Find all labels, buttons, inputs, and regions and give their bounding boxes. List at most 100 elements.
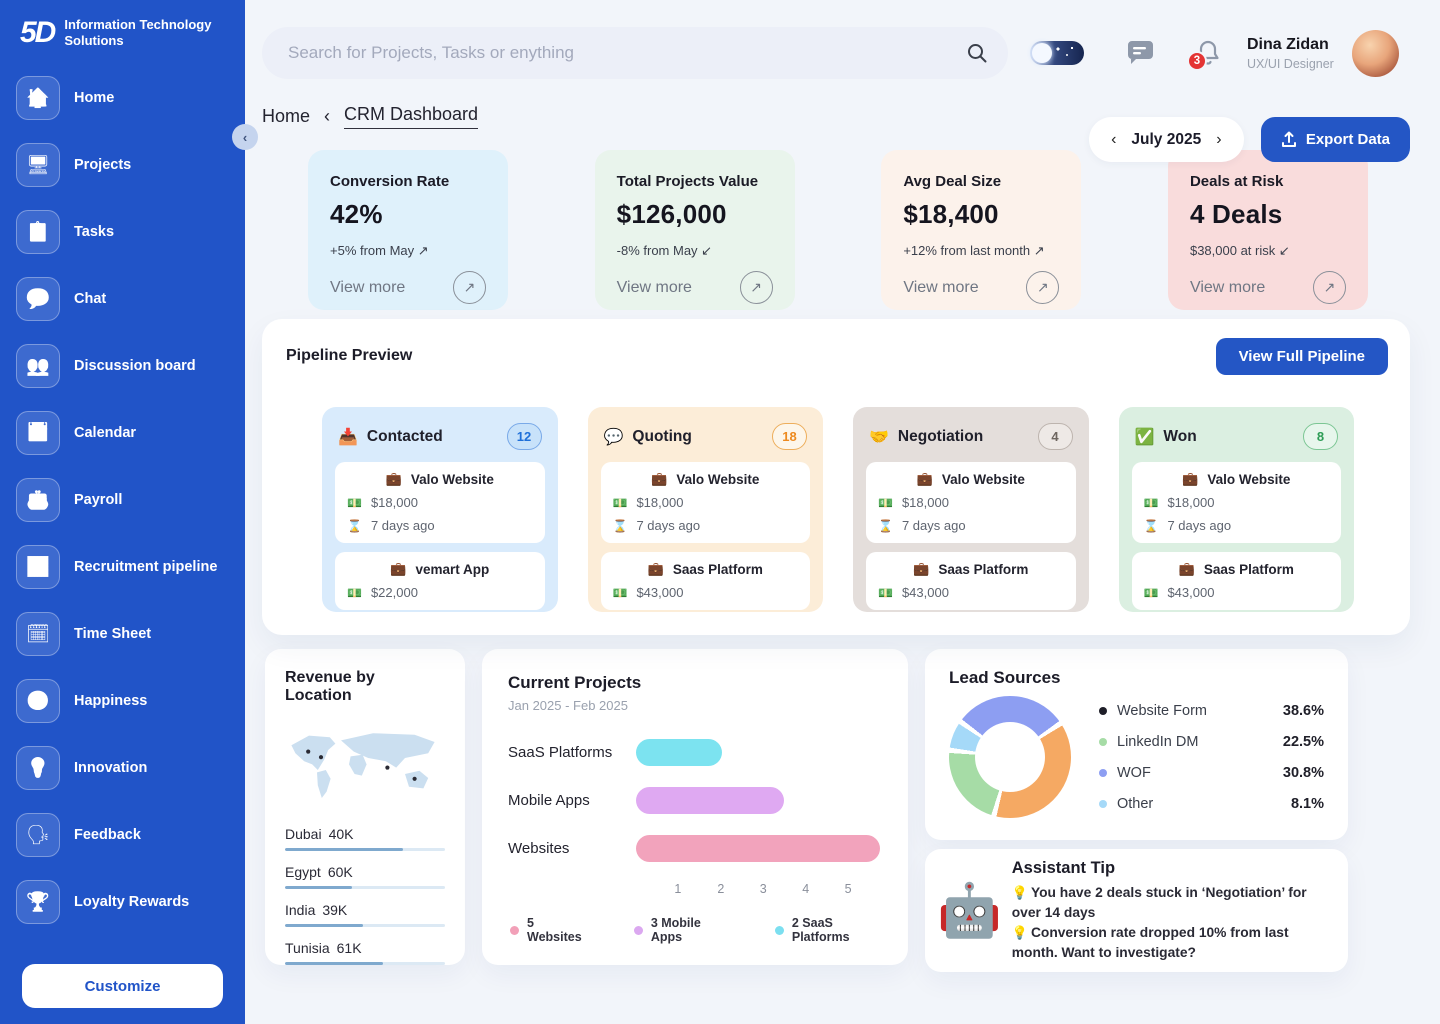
pipeline-stage-icon: ✅ xyxy=(1135,427,1155,447)
sidebar-item[interactable]: 📋 Tasks xyxy=(16,210,229,254)
pipeline-columns: 📥 Contacted 12 💼 Valo Website 💵 $18,000 … xyxy=(322,407,1354,612)
deal-card[interactable]: 💼 Valo Website 💵 $18,000 ⌛ 7 days ago xyxy=(601,462,811,543)
pipeline-stage-name: Negotiation xyxy=(898,428,983,446)
arrow-up-right-icon[interactable]: ↗ xyxy=(1313,271,1346,304)
deal-name: vemart App xyxy=(415,562,489,577)
axis-tick-label: 5 xyxy=(845,882,852,896)
stat-cards: Conversion Rate 42% +5% from May ↗ View … xyxy=(308,150,1368,310)
search-icon[interactable] xyxy=(966,42,988,64)
avatar[interactable] xyxy=(1352,30,1399,77)
briefcase-icon: 💼 xyxy=(651,471,667,487)
stat-card: Total Projects Value $126,000 -8% from M… xyxy=(595,150,795,310)
sidebar-item[interactable]: 🗣 Feedback xyxy=(16,813,229,857)
stat-title: Conversion Rate xyxy=(330,173,486,190)
briefcase-icon: 💼 xyxy=(648,561,664,577)
deal-age: 7 days ago xyxy=(371,518,435,533)
location-bar-fill xyxy=(285,848,403,851)
arrow-up-right-icon[interactable]: ↗ xyxy=(453,271,486,304)
messages-button[interactable] xyxy=(1126,41,1153,66)
deal-name: Valo Website xyxy=(942,472,1025,487)
deal-name: Valo Website xyxy=(411,472,494,487)
sidebar-item-icon-tile: 🖥 xyxy=(16,143,60,187)
briefcase-icon: 💼 xyxy=(386,471,402,487)
assistant-tip-card: 🤖 Assistant Tip 💡You have 2 deals stuck … xyxy=(925,849,1348,972)
sidebar-item[interactable]: 🖥 Projects xyxy=(16,143,229,187)
world-map xyxy=(285,719,445,813)
location-row: Dubai 40K xyxy=(285,826,445,851)
current-projects-card: Current Projects Jan 2025 - Feb 2025 Saa… xyxy=(482,649,908,965)
sidebar-item[interactable]: 💬 Chat xyxy=(16,277,229,321)
view-more-link[interactable]: View more xyxy=(617,279,692,297)
customize-button[interactable]: Customize xyxy=(22,964,223,1008)
pipeline-card-list: 💼 Valo Website 💵 $18,000 ⌛ 7 days ago 💼 … xyxy=(866,462,1076,610)
sidebar-item[interactable]: 📈 Recruitment pipeline xyxy=(16,545,229,589)
pipeline-stage-icon: 📥 xyxy=(338,427,358,447)
briefcase-icon: 💼 xyxy=(390,561,406,577)
lead-legend-row: Other 8.1% xyxy=(1099,796,1324,812)
sidebar-item-icon-tile: 👥 xyxy=(16,344,60,388)
deal-card[interactable]: 💼 Saas Platform 💵 $43,000 xyxy=(601,552,811,610)
stat-delta: +12% from last month ↗ xyxy=(903,243,1059,259)
deal-card[interactable]: 💼 Valo Website 💵 $18,000 ⌛ 7 days ago xyxy=(1132,462,1342,543)
breadcrumb-home[interactable]: Home xyxy=(262,106,310,127)
search-input[interactable] xyxy=(288,43,966,63)
prev-month-button[interactable]: ‹ xyxy=(1111,131,1116,149)
location-value: 61K xyxy=(337,940,362,956)
stat-delta: -8% from May ↙ xyxy=(617,243,773,259)
pipeline-card-list: 💼 Valo Website 💵 $18,000 ⌛ 7 days ago 💼 … xyxy=(601,462,811,610)
sidebar-collapse-button[interactable]: ‹ xyxy=(232,124,258,150)
sidebar-item[interactable]: 🗓 Time Sheet xyxy=(16,612,229,656)
hourglass-icon: ⌛ xyxy=(878,519,893,533)
location-name: Tunisia xyxy=(285,940,330,956)
breadcrumb-current[interactable]: CRM Dashboard xyxy=(344,104,478,129)
arrow-up-right-icon[interactable]: ↗ xyxy=(740,271,773,304)
legend-dot xyxy=(775,926,784,935)
sidebar-item[interactable]: 🏠 Home xyxy=(16,76,229,120)
deal-name: Valo Website xyxy=(1207,472,1290,487)
sidebar-item[interactable]: 😊 Happiness xyxy=(16,679,229,723)
stat-value: $126,000 xyxy=(617,199,773,230)
user-name: Dina Zidan xyxy=(1247,36,1334,54)
money-icon: 💵 xyxy=(1144,496,1159,510)
deal-card[interactable]: 💼 Valo Website 💵 $18,000 ⌛ 7 days ago xyxy=(335,462,545,543)
upload-icon xyxy=(1281,131,1297,148)
view-more-link[interactable]: View more xyxy=(330,279,405,297)
deal-card[interactable]: 💼 Saas Platform 💵 $43,000 xyxy=(866,552,1076,610)
deal-name: Valo Website xyxy=(676,472,759,487)
deal-card[interactable]: 💼 Saas Platform 💵 $43,000 xyxy=(1132,552,1342,610)
sidebar-item-icon-tile: 🗓 xyxy=(16,612,60,656)
sidebar-item-label: Discussion board xyxy=(74,358,196,374)
deal-card[interactable]: 💼 vemart App 💵 $22,000 xyxy=(335,552,545,610)
user-info: Dina Zidan UX/UI Designer xyxy=(1247,36,1334,71)
location-bar-track xyxy=(285,886,445,889)
right-column: Lead Sources Website Form 38.6% LinkedIn… xyxy=(925,649,1348,972)
lead-sources-donut xyxy=(949,696,1071,818)
toggle-knob xyxy=(1032,43,1052,63)
location-bar-track xyxy=(285,848,445,851)
next-month-button[interactable]: › xyxy=(1216,131,1221,149)
sidebar-item-icon-tile: 📈 xyxy=(16,545,60,589)
sidebar-item[interactable]: 👥 Discussion board xyxy=(16,344,229,388)
chat-bubble-icon xyxy=(1126,41,1153,66)
sidebar-item-label: Feedback xyxy=(74,827,141,843)
sidebar-item-icon-tile: 🏠 xyxy=(16,76,60,120)
dark-mode-toggle[interactable] xyxy=(1030,41,1084,65)
notification-badge: 3 xyxy=(1187,51,1207,71)
view-more-link[interactable]: View more xyxy=(903,279,978,297)
sidebar-item[interactable]: 💡 Innovation xyxy=(16,746,229,790)
sidebar-item[interactable]: 👛 Payroll xyxy=(16,478,229,522)
view-full-pipeline-button[interactable]: View Full Pipeline xyxy=(1216,338,1388,375)
export-data-button[interactable]: Export Data xyxy=(1261,117,1410,162)
sidebar-item-label: Chat xyxy=(74,291,106,307)
pipeline-section: Pipeline Preview View Full Pipeline 📥 Co… xyxy=(262,319,1410,635)
sidebar-item[interactable]: 📅 Calendar xyxy=(16,411,229,455)
stat-card: Conversion Rate 42% +5% from May ↗ View … xyxy=(308,150,508,310)
month-label: July 2025 xyxy=(1131,131,1201,149)
topbar: 3 Dina Zidan UX/UI Designer xyxy=(245,0,1440,79)
revenue-by-location-card: Revenue by Location Dubai 40K xyxy=(265,649,465,965)
arrow-up-right-icon[interactable]: ↗ xyxy=(1026,271,1059,304)
notifications-button[interactable]: 3 xyxy=(1195,39,1221,67)
sidebar-item[interactable]: 🏆 Loyalty Rewards xyxy=(16,880,229,924)
view-more-link[interactable]: View more xyxy=(1190,279,1265,297)
deal-card[interactable]: 💼 Valo Website 💵 $18,000 ⌛ 7 days ago xyxy=(866,462,1076,543)
